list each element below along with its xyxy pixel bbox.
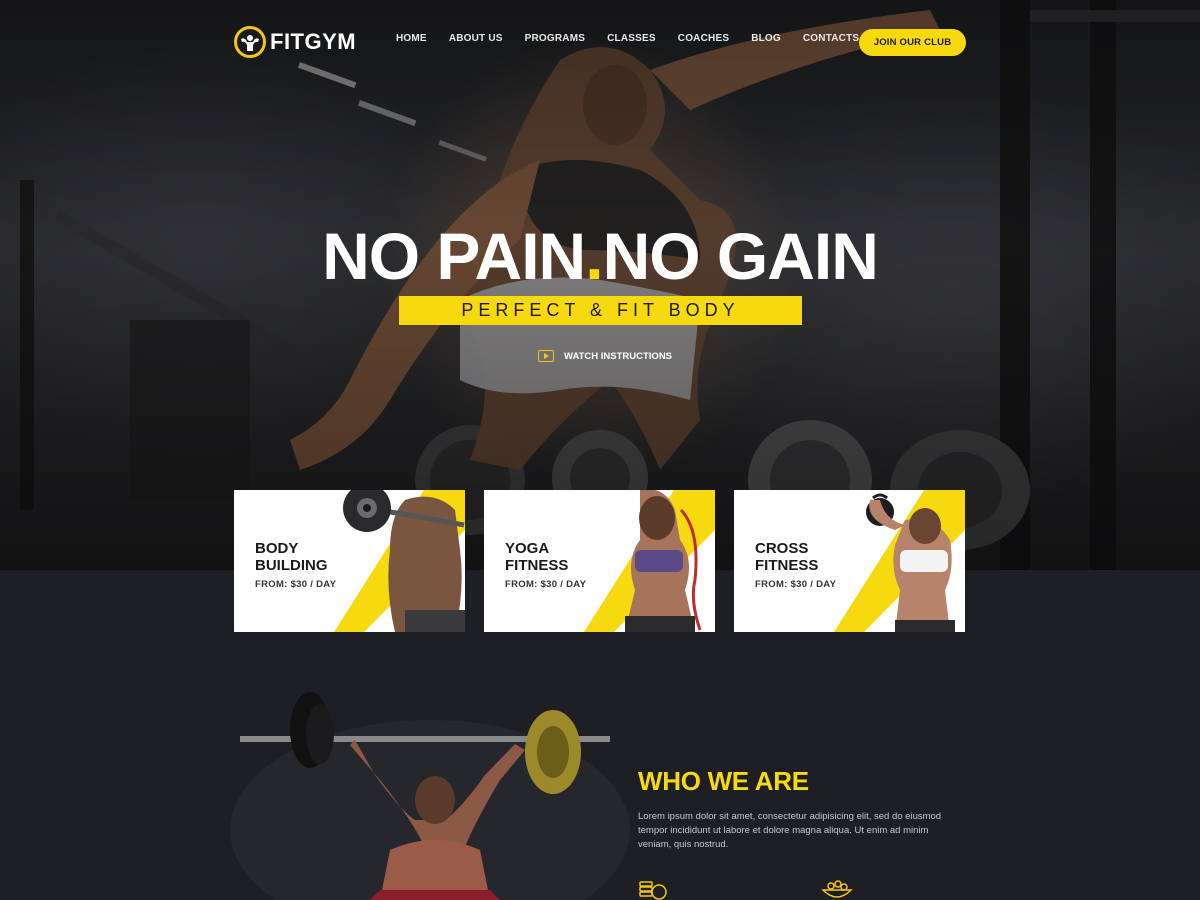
program-price: FROM: $30 / DAY (505, 579, 587, 590)
food-bowl-icon (821, 880, 853, 898)
video-play-icon (538, 350, 554, 362)
nav-home[interactable]: HOME (396, 33, 427, 44)
hero-title: NO PAIN.NO GAIN (0, 218, 1200, 294)
program-title-line1: YOGA (505, 540, 550, 557)
program-price: FROM: $30 / DAY (755, 579, 837, 590)
program-title: BODY BUILDING (255, 540, 365, 574)
coins-icon (639, 881, 667, 900)
main-menu: HOME ABOUT US PROGRAMS CLASSES COACHES B… (396, 33, 881, 44)
hero-title-part2: NO GAIN (602, 219, 879, 293)
watch-instructions-link[interactable]: WATCH INSTRUCTIONS (538, 350, 672, 362)
who-we-are-text: Lorem ipsum dolor sit amet, consectetur … (638, 811, 942, 850)
weightlifter-image (230, 692, 630, 900)
program-title-line1: BODY (255, 540, 299, 557)
top-navigation: FITGYM HOME ABOUT US PROGRAMS CLASSES CO… (0, 0, 1200, 84)
program-price: FROM: $30 / DAY (255, 579, 337, 590)
nav-coaches[interactable]: COACHES (678, 33, 729, 44)
program-title-line2: BUILDING (255, 557, 328, 574)
hero-title-part1: NO PAIN (322, 219, 586, 293)
logo-text: FITGYM (270, 29, 357, 54)
watch-instructions-label: WATCH INSTRUCTIONS (564, 350, 673, 362)
page: FITGYM HOME ABOUT US PROGRAMS CLASSES CO… (0, 0, 1200, 900)
who-we-are-title: WHO WE ARE (638, 766, 809, 796)
bodybuilder-icon (241, 35, 259, 51)
nav-contacts[interactable]: CONTACTS (803, 33, 859, 44)
program-title-line2: FITNESS (505, 557, 569, 574)
program-title: CROSS FITNESS (755, 540, 865, 574)
join-our-club-button[interactable]: JOIN OUR CLUB (859, 29, 966, 56)
program-title-line1: CROSS (755, 540, 809, 557)
nav-about-us[interactable]: ABOUT US (449, 33, 503, 44)
hero-subtitle-bar: PERFECT & FIT BODY (399, 296, 802, 325)
nav-blog[interactable]: BLOG (751, 33, 781, 44)
program-title-line2: FITNESS (755, 557, 819, 574)
nav-programs[interactable]: PROGRAMS (525, 33, 586, 44)
hero-subtitle: PERFECT & FIT BODY (461, 300, 740, 320)
program-card-yoga-fitness[interactable]: YOGA FITNESS FROM: $30 / DAY (484, 490, 715, 632)
program-card-cross-fitness[interactable]: CROSS FITNESS FROM: $30 / DAY (734, 490, 965, 632)
program-title: YOGA FITNESS (505, 540, 615, 574)
logo[interactable]: FITGYM (234, 24, 356, 60)
hero-title-dot: . (585, 219, 603, 293)
program-card-body-building[interactable]: BODY BUILDING FROM: $30 / DAY (234, 490, 465, 632)
logo-icon (234, 26, 266, 58)
hero-section: FITGYM HOME ABOUT US PROGRAMS CLASSES CO… (0, 0, 1200, 570)
nav-classes[interactable]: CLASSES (607, 33, 656, 44)
